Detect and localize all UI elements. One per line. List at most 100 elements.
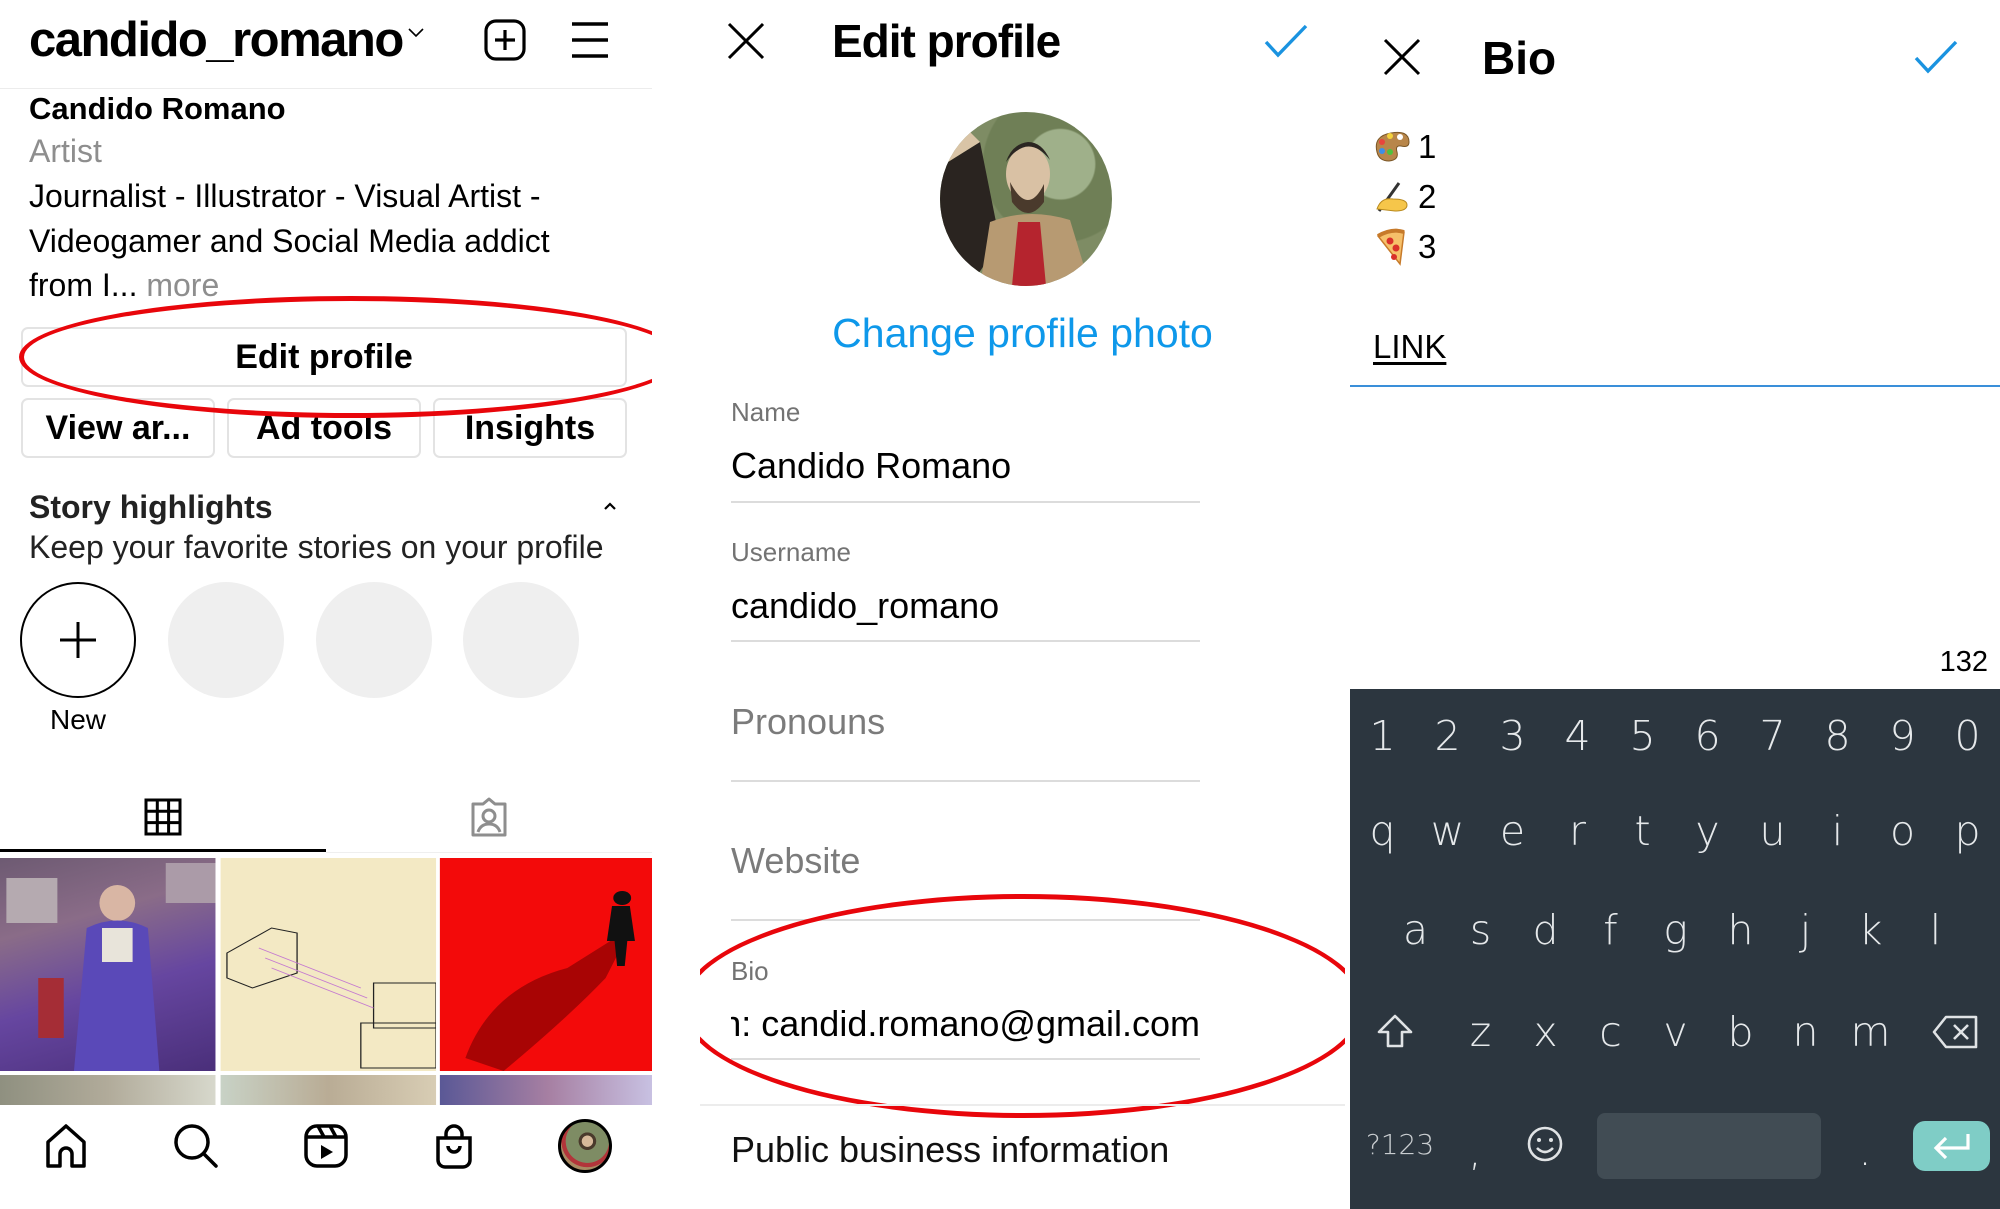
post-thumbnail[interactable] — [0, 1075, 216, 1105]
key-s[interactable]: s — [1448, 895, 1513, 965]
tab-posts-grid[interactable] — [0, 782, 326, 852]
key-e[interactable]: e — [1480, 796, 1545, 866]
page-title: Edit profile — [832, 15, 1061, 67]
username-field[interactable]: candido_romano — [731, 583, 999, 629]
key-j[interactable]: j — [1773, 895, 1838, 965]
backspace-key[interactable] — [1918, 997, 1994, 1067]
key-a[interactable]: a — [1383, 895, 1448, 965]
key-n[interactable]: n — [1773, 997, 1838, 1067]
profile-bio: Journalist - Illustrator - Visual Artist… — [29, 174, 629, 308]
key-2[interactable]: 2 — [1415, 701, 1480, 771]
new-highlight-button[interactable] — [20, 582, 136, 698]
post-thumbnail[interactable] — [220, 858, 437, 1071]
shop-icon[interactable] — [430, 1122, 478, 1170]
key-5[interactable]: 5 — [1610, 701, 1675, 771]
menu-icon[interactable] — [570, 20, 610, 60]
key-6[interactable]: 6 — [1675, 701, 1740, 771]
bio-text-line: 2 — [1372, 175, 1436, 219]
change-profile-photo-link[interactable]: Change profile photo — [700, 305, 1345, 361]
artist-palette-icon — [1372, 127, 1412, 167]
bio-text-line: 3 — [1372, 225, 1436, 269]
key-1[interactable]: 1 — [1350, 701, 1415, 771]
backspace-icon — [1932, 1015, 1978, 1049]
plus-icon — [60, 622, 96, 658]
key-x[interactable]: x — [1513, 997, 1578, 1067]
key-h[interactable]: h — [1708, 895, 1773, 965]
key-q[interactable]: q — [1350, 796, 1415, 866]
close-icon[interactable] — [1383, 38, 1421, 76]
chevron-down-icon[interactable] — [404, 20, 428, 44]
chevron-up-icon[interactable] — [600, 496, 620, 516]
key-i[interactable]: i — [1805, 796, 1870, 866]
key-m[interactable]: m — [1838, 997, 1903, 1067]
key-k[interactable]: k — [1838, 895, 1903, 965]
post-thumbnail[interactable] — [439, 1075, 652, 1105]
post-image-crowd — [6, 863, 216, 1071]
post-thumbnail[interactable] — [0, 858, 216, 1071]
profile-avatar[interactable] — [558, 1119, 612, 1173]
key-b[interactable]: b — [1708, 997, 1773, 1067]
grid-icon — [144, 798, 182, 836]
on-screen-keyboard: 1234567890 qwertyuiop asdfghjkl zxcvbnm … — [1350, 689, 2000, 1209]
key-f[interactable]: f — [1578, 895, 1643, 965]
key-u[interactable]: u — [1740, 796, 1805, 866]
emoji-key[interactable] — [1510, 1109, 1580, 1179]
save-check-icon[interactable] — [1264, 24, 1308, 58]
profile-screen: candido_romano Candido Romano Artist Jou… — [0, 0, 652, 1209]
pizza-icon — [1372, 227, 1412, 267]
keyboard-row-numbers: 1234567890 — [1350, 701, 2000, 771]
bio-link-text[interactable]: LINK — [1373, 325, 1446, 369]
key-3[interactable]: 3 — [1480, 701, 1545, 771]
key-p[interactable]: p — [1935, 796, 2000, 866]
bio-more-link[interactable]: more — [137, 267, 219, 303]
close-icon[interactable] — [727, 22, 765, 60]
key-g[interactable]: g — [1643, 895, 1708, 965]
comma-key[interactable]: , — [1450, 1109, 1500, 1179]
pronouns-field[interactable]: Pronouns — [731, 699, 885, 745]
tab-divider — [326, 852, 652, 853]
key-o[interactable]: o — [1870, 796, 1935, 866]
symbols-key[interactable]: ?123 — [1360, 1109, 1440, 1179]
profile-username-switcher[interactable]: candido_romano — [29, 8, 404, 72]
key-r[interactable]: r — [1545, 796, 1610, 866]
key-8[interactable]: 8 — [1805, 701, 1870, 771]
search-icon[interactable] — [172, 1122, 220, 1170]
bio-textarea-focus-underline — [1350, 385, 2000, 387]
key-y[interactable]: y — [1675, 796, 1740, 866]
enter-icon — [1933, 1134, 1970, 1160]
story-highlights-title: Story highlights — [29, 489, 273, 525]
username-field-underline — [731, 640, 1200, 642]
reels-icon[interactable] — [302, 1122, 350, 1170]
profile-photo[interactable] — [940, 112, 1112, 286]
name-field-underline — [731, 501, 1200, 503]
key-t[interactable]: t — [1610, 796, 1675, 866]
website-field[interactable]: Website — [731, 838, 860, 884]
tab-tagged[interactable] — [326, 782, 652, 852]
shift-key[interactable] — [1360, 997, 1430, 1067]
post-thumbnail[interactable] — [439, 858, 652, 1071]
keyboard-row-3: zxcvbnm — [1350, 997, 2000, 1067]
key-v[interactable]: v — [1643, 997, 1708, 1067]
annotation-circle-bio — [700, 894, 1345, 1118]
enter-key[interactable] — [1913, 1121, 1990, 1171]
key-c[interactable]: c — [1578, 997, 1643, 1067]
public-business-information-link[interactable]: Public business information — [731, 1127, 1169, 1173]
post-image-sketch — [226, 927, 437, 1069]
key-9[interactable]: 9 — [1870, 701, 1935, 771]
space-key[interactable] — [1597, 1113, 1821, 1179]
key-w[interactable]: w — [1415, 796, 1480, 866]
profile-display-name: Candido Romano — [29, 91, 286, 126]
key-z[interactable]: z — [1448, 997, 1513, 1067]
period-key[interactable]: . — [1840, 1109, 1890, 1179]
name-field[interactable]: Candido Romano — [731, 443, 1011, 489]
key-7[interactable]: 7 — [1740, 701, 1805, 771]
post-thumbnail[interactable] — [220, 1075, 437, 1105]
key-l[interactable]: l — [1903, 895, 1968, 965]
home-icon[interactable] — [42, 1122, 90, 1170]
tagged-icon — [471, 797, 507, 837]
key-4[interactable]: 4 — [1545, 701, 1610, 771]
add-post-icon[interactable] — [483, 18, 527, 62]
save-check-icon[interactable] — [1914, 40, 1958, 74]
key-0[interactable]: 0 — [1935, 701, 2000, 771]
key-d[interactable]: d — [1513, 895, 1578, 965]
